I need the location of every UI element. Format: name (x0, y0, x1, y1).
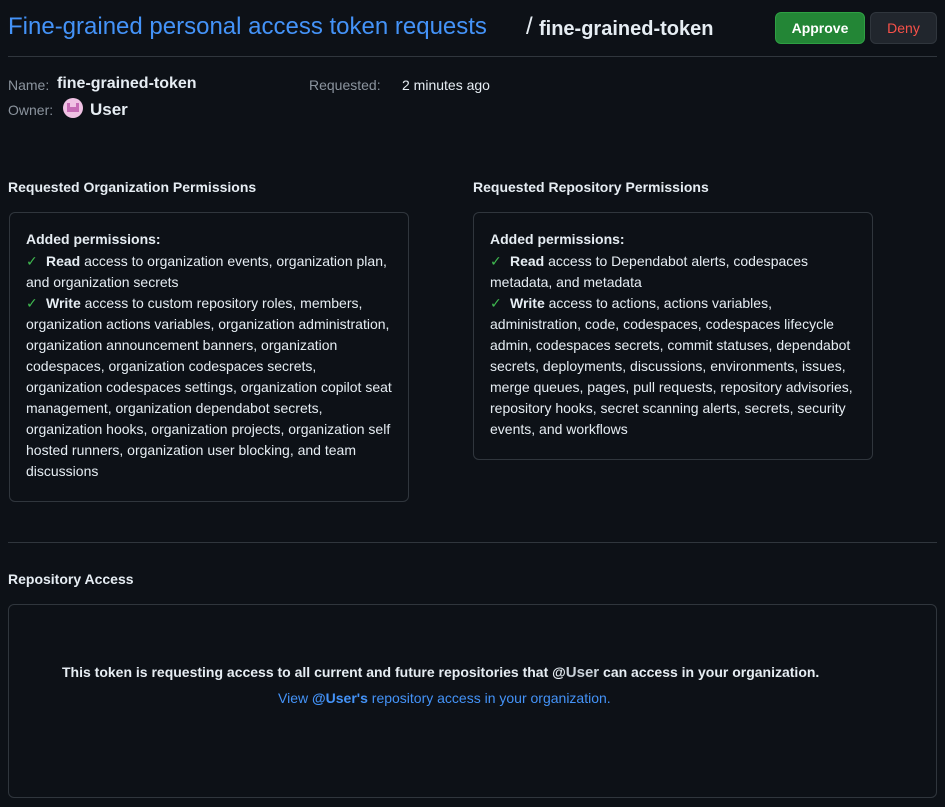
page-header: Fine-grained personal access token reque… (8, 12, 937, 46)
requested-label: Requested: (309, 77, 381, 93)
section-divider (8, 542, 937, 543)
repo-access-message-prefix: This token is requesting access to all c… (62, 664, 566, 680)
repo-write-text: access to actions, actions variables, ad… (490, 295, 853, 437)
org-write-permission: ✓ Write access to custom repository roles… (26, 293, 392, 482)
token-request-page: Fine-grained personal access token reque… (0, 0, 945, 807)
org-permissions-box: Added permissions: ✓ Read access to organ… (9, 212, 409, 502)
name-label: Name: (8, 77, 50, 93)
check-icon: ✓ (490, 295, 502, 311)
repo-write-permission: ✓ Write access to actions, actions variab… (490, 293, 856, 440)
repo-access-user[interactable]: User (566, 664, 599, 681)
user-avatar[interactable] (63, 98, 83, 118)
owner-label: Owner: (8, 102, 54, 118)
repo-access-link-prefix[interactable]: View (278, 690, 312, 706)
repo-read-permission: ✓ Read access to Dependabot alerts, codes… (490, 251, 856, 293)
deny-button[interactable]: Deny (870, 12, 937, 44)
org-write-text: access to custom repository roles, membe… (26, 295, 392, 479)
repo-access-box: This token is requesting access to all c… (8, 604, 937, 798)
repo-access-link-user[interactable]: @User's (312, 690, 368, 706)
avatar-shape-highlight (70, 101, 76, 107)
org-read-text: access to organization events, organizat… (26, 253, 387, 290)
check-icon: ✓ (26, 253, 38, 269)
requested-value: 2 minutes ago (402, 77, 490, 93)
repo-access-title: Repository Access (8, 571, 134, 587)
approve-button[interactable]: Approve (775, 12, 865, 44)
repo-access-link-suffix[interactable]: repository access in your organization. (368, 690, 611, 706)
org-read-word: Read (46, 253, 81, 269)
org-read-permission: ✓ Read access to organization events, org… (26, 251, 392, 293)
check-icon: ✓ (26, 295, 38, 311)
repo-read-word: Read (510, 253, 545, 269)
repo-access-link[interactable]: View @User's repository access in your o… (278, 690, 611, 706)
name-value: fine-grained-token (57, 75, 197, 92)
repo-write-word: Write (510, 295, 545, 311)
page-title: fine-grained-token (539, 18, 714, 40)
repo-access-message-suffix: can access in your organization. (599, 664, 820, 680)
check-icon: ✓ (490, 253, 502, 269)
org-write-word: Write (46, 295, 81, 311)
repo-permissions-box: Added permissions: ✓ Read access to Depen… (473, 212, 873, 460)
owner-value[interactable]: User (90, 100, 128, 120)
breadcrumb-link[interactable]: Fine-grained personal access token reque… (8, 13, 487, 41)
repo-permissions-title: Requested Repository Permissions (473, 179, 709, 195)
breadcrumb-separator: / (526, 13, 533, 40)
org-permissions-title: Requested Organization Permissions (8, 179, 257, 195)
org-added-permissions-title: Added permissions: (26, 231, 161, 247)
header-divider (8, 56, 937, 57)
repo-added-permissions-title: Added permissions: (490, 231, 625, 247)
repo-access-message: This token is requesting access to all c… (62, 664, 819, 681)
